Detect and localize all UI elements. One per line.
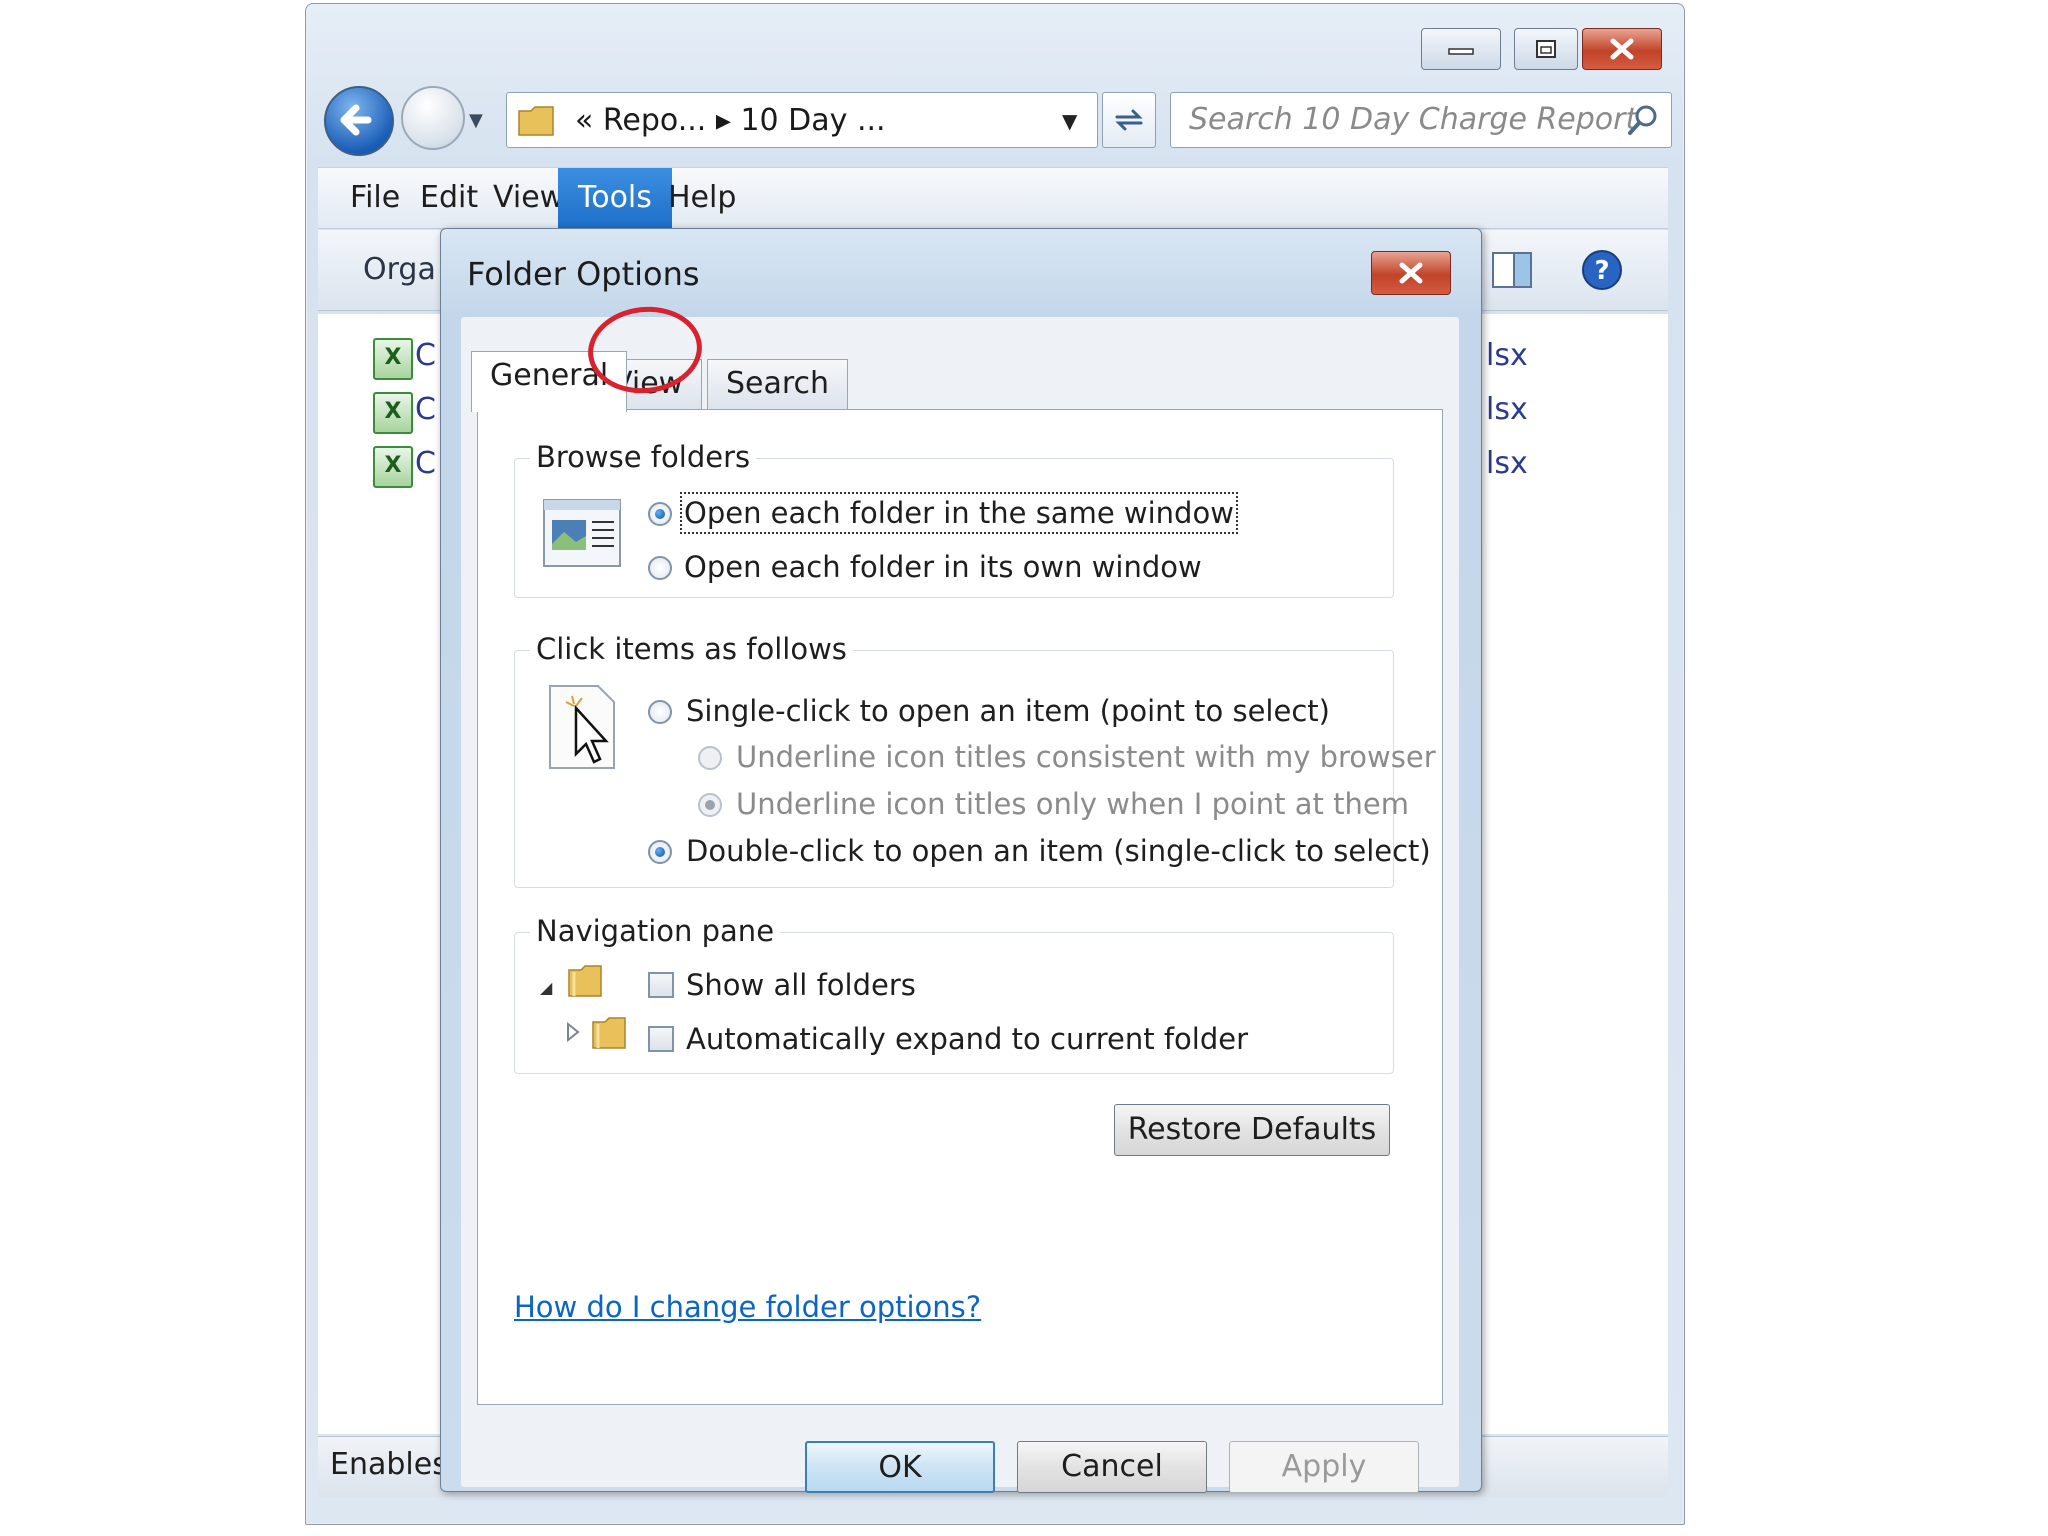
same-window-label[interactable]: Open each folder in the same window (680, 492, 1238, 534)
excel-file-icon: X (373, 338, 413, 380)
help-link[interactable]: How do I change folder options? (514, 1290, 981, 1324)
refresh-button[interactable] (1102, 92, 1156, 148)
click-items-legend: Click items as follows (530, 632, 853, 666)
address-bar[interactable]: « Repo... ▸ 10 Day ... ▼ (506, 92, 1098, 148)
refresh-icon (1115, 109, 1143, 131)
svg-text:?: ? (1594, 256, 1609, 286)
minimize-button[interactable] (1421, 28, 1501, 70)
back-button[interactable] (324, 86, 394, 156)
single-click-label[interactable]: Single-click to open an item (point to s… (686, 694, 1330, 728)
auto-expand-label[interactable]: Automatically expand to current folder (686, 1022, 1248, 1056)
maximize-button[interactable] (1514, 28, 1578, 70)
search-input[interactable]: Search 10 Day Charge Report (1170, 92, 1672, 148)
help-icon[interactable]: ? (1580, 248, 1624, 292)
address-dropdown-icon[interactable]: ▼ (1062, 109, 1077, 133)
own-window-radio[interactable] (648, 556, 672, 580)
tab-search[interactable]: Search (707, 359, 849, 410)
pointer-click-icon (549, 685, 615, 769)
recent-pages-chevron-icon[interactable]: ▼ (469, 110, 483, 131)
forward-button[interactable] (401, 86, 465, 150)
menu-bar: File Edit View Tools Help (318, 167, 1668, 229)
dialog-body: General View Search Browse folders Open … (461, 317, 1459, 1493)
address-path: « Repo... ▸ 10 Day ... (575, 103, 886, 138)
double-click-radio[interactable] (648, 840, 672, 864)
dialog-close-button[interactable] (1371, 251, 1451, 295)
own-window-label[interactable]: Open each folder in its own window (684, 550, 1202, 584)
file-ext[interactable]: lsx (1486, 446, 1528, 481)
file-name[interactable]: C (415, 338, 436, 373)
folder-icon (568, 965, 602, 997)
close-icon (1610, 38, 1634, 60)
excel-file-icon: X (373, 446, 413, 488)
file-name[interactable]: C (415, 446, 436, 481)
file-ext[interactable]: lsx (1486, 392, 1528, 427)
restore-defaults-button[interactable]: Restore Defaults (1114, 1104, 1390, 1156)
dialog-title: Folder Options (467, 255, 700, 293)
preview-pane-icon[interactable] (1490, 250, 1534, 290)
organize-button[interactable]: Orga (363, 252, 436, 287)
minimize-icon (1448, 48, 1474, 55)
cancel-button[interactable]: Cancel (1017, 1441, 1207, 1493)
close-icon (1399, 262, 1423, 284)
double-click-label[interactable]: Double-click to open an item (single-cli… (686, 834, 1431, 868)
browse-folders-legend: Browse folders (530, 440, 757, 474)
same-window-radio[interactable] (648, 502, 672, 526)
ok-button[interactable]: OK (805, 1441, 995, 1493)
file-name[interactable]: C (415, 392, 436, 427)
auto-expand-checkbox[interactable] (648, 1026, 674, 1052)
folder-icon (518, 106, 554, 136)
show-all-folders-checkbox[interactable] (648, 972, 674, 998)
restore-icon (1536, 40, 1556, 58)
single-click-radio[interactable] (648, 700, 672, 724)
menu-help[interactable]: Help (648, 168, 756, 228)
apply-button[interactable]: Apply (1229, 1441, 1419, 1493)
folder-options-dialog: Folder Options General View Search Brows… (440, 228, 1482, 1493)
underline-point-label[interactable]: Underline icon titles only when I point … (736, 787, 1409, 821)
window-illustration-icon (543, 499, 621, 567)
collapsed-triangle-icon (567, 1021, 580, 1043)
window-close-button[interactable] (1582, 28, 1662, 70)
underline-browser-label[interactable]: Underline icon titles consistent with my… (736, 740, 1436, 774)
back-arrow-icon (340, 104, 372, 136)
search-placeholder: Search 10 Day Charge Report (1189, 102, 1638, 137)
underline-browser-radio[interactable] (698, 746, 722, 770)
general-tab-panel: Browse folders Open each folder in the s… (477, 409, 1443, 1405)
file-ext[interactable]: lsx (1486, 338, 1528, 373)
navigation-pane-legend: Navigation pane (530, 914, 781, 948)
show-all-folders-label[interactable]: Show all folders (686, 968, 916, 1002)
expanded-triangle-icon: ◢ (540, 978, 553, 997)
underline-point-radio[interactable] (698, 793, 722, 817)
search-icon (1628, 105, 1657, 135)
folder-icon (592, 1017, 626, 1049)
excel-file-icon: X (373, 392, 413, 434)
